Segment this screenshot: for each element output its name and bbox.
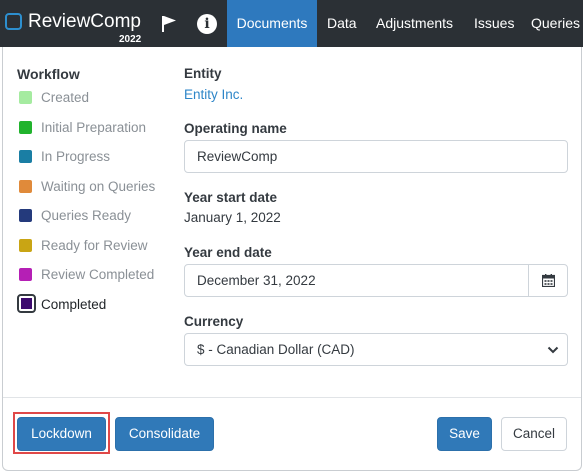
status-swatch — [19, 150, 32, 163]
workflow-step-created[interactable]: Created — [17, 87, 177, 109]
save-button[interactable]: Save — [437, 417, 492, 451]
workflow-step-label: Completed — [41, 297, 107, 312]
operating-name-label: Operating name — [184, 121, 287, 136]
top-navbar: ReviewComp 2022 i Documents Data Adjustm… — [0, 0, 583, 47]
tab-queries[interactable]: Queries — [531, 0, 580, 47]
footer-divider — [3, 397, 581, 398]
app-name: ReviewComp — [28, 11, 141, 32]
currency-label: Currency — [184, 314, 244, 329]
company-settings-dialog: Workflow Created Initial Preparation In … — [2, 47, 582, 471]
year-start-value: January 1, 2022 — [184, 210, 281, 225]
workflow-step-label: Ready for Review — [41, 238, 148, 253]
tab-data[interactable]: Data — [327, 0, 357, 47]
currency-selected-value: $ - Canadian Dollar (CAD) — [197, 342, 355, 357]
workflow-step-label: Queries Ready — [41, 208, 132, 223]
lockdown-button[interactable]: Lockdown — [17, 417, 106, 451]
tab-documents[interactable]: Documents — [227, 0, 317, 47]
entity-link[interactable]: Entity Inc. — [184, 87, 243, 102]
flag-icon[interactable] — [155, 0, 183, 47]
workflow-step-review-completed[interactable]: Review Completed — [17, 264, 177, 286]
app-year: 2022 — [119, 34, 142, 45]
year-end-date-picker: December 31, 2022 — [184, 264, 568, 297]
workflow-step-waiting-on-queries[interactable]: Waiting on Queries — [17, 176, 177, 198]
year-end-input[interactable]: December 31, 2022 — [184, 264, 529, 297]
cancel-button[interactable]: Cancel — [501, 417, 567, 451]
status-swatch — [17, 294, 36, 313]
status-swatch — [19, 180, 32, 193]
workflow-step-in-progress[interactable]: In Progress — [17, 146, 177, 168]
entity-label: Entity — [184, 66, 222, 81]
workflow-step-label: Waiting on Queries — [41, 179, 156, 194]
workflow-step-label: Review Completed — [41, 267, 155, 282]
workflow-step-initial-preparation[interactable]: Initial Preparation — [17, 117, 177, 139]
consolidate-button[interactable]: Consolidate — [115, 417, 214, 451]
status-swatch — [19, 268, 32, 281]
workflow-step-queries-ready[interactable]: Queries Ready — [17, 205, 177, 227]
status-swatch — [19, 239, 32, 252]
info-icon[interactable]: i — [193, 0, 221, 47]
currency-select[interactable]: $ - Canadian Dollar (CAD) — [184, 333, 568, 366]
calendar-button[interactable] — [528, 264, 568, 297]
status-swatch — [19, 91, 32, 104]
workflow-step-label: Initial Preparation — [41, 120, 147, 135]
status-swatch — [19, 209, 32, 222]
chevron-down-icon — [547, 346, 559, 354]
tab-issues[interactable]: Issues — [474, 0, 514, 47]
workflow-heading: Workflow — [17, 66, 80, 82]
status-swatch — [19, 121, 32, 134]
calendar-icon — [541, 274, 555, 287]
workflow-step-label: Created — [41, 90, 90, 105]
year-start-label: Year start date — [184, 190, 278, 205]
info-glyph: i — [197, 13, 217, 34]
workflow-step-completed[interactable]: Completed — [17, 294, 177, 316]
year-end-label: Year end date — [184, 245, 272, 260]
app-logo-icon — [5, 13, 22, 30]
workflow-step-ready-for-review[interactable]: Ready for Review — [17, 235, 177, 257]
operating-name-input[interactable]: ReviewComp — [184, 140, 568, 173]
tab-adjustments[interactable]: Adjustments — [376, 0, 453, 47]
workflow-step-label: In Progress — [41, 149, 111, 164]
app-brand[interactable]: ReviewComp 2022 — [4, 0, 150, 47]
